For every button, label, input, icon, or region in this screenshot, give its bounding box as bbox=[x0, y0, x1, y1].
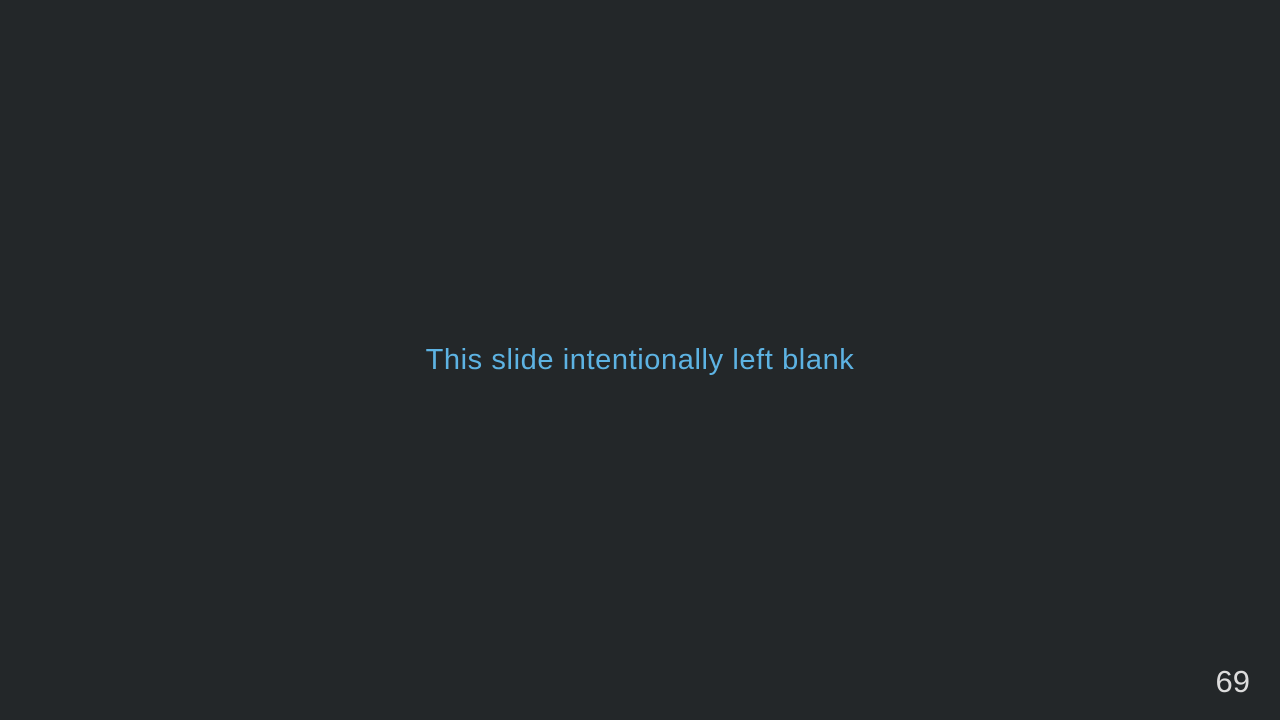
page-number: 69 bbox=[1215, 664, 1250, 699]
blank-slide-message: This slide intentionally left blank bbox=[425, 344, 855, 376]
slide: This slide intentionally left blank 69 bbox=[0, 0, 1280, 720]
